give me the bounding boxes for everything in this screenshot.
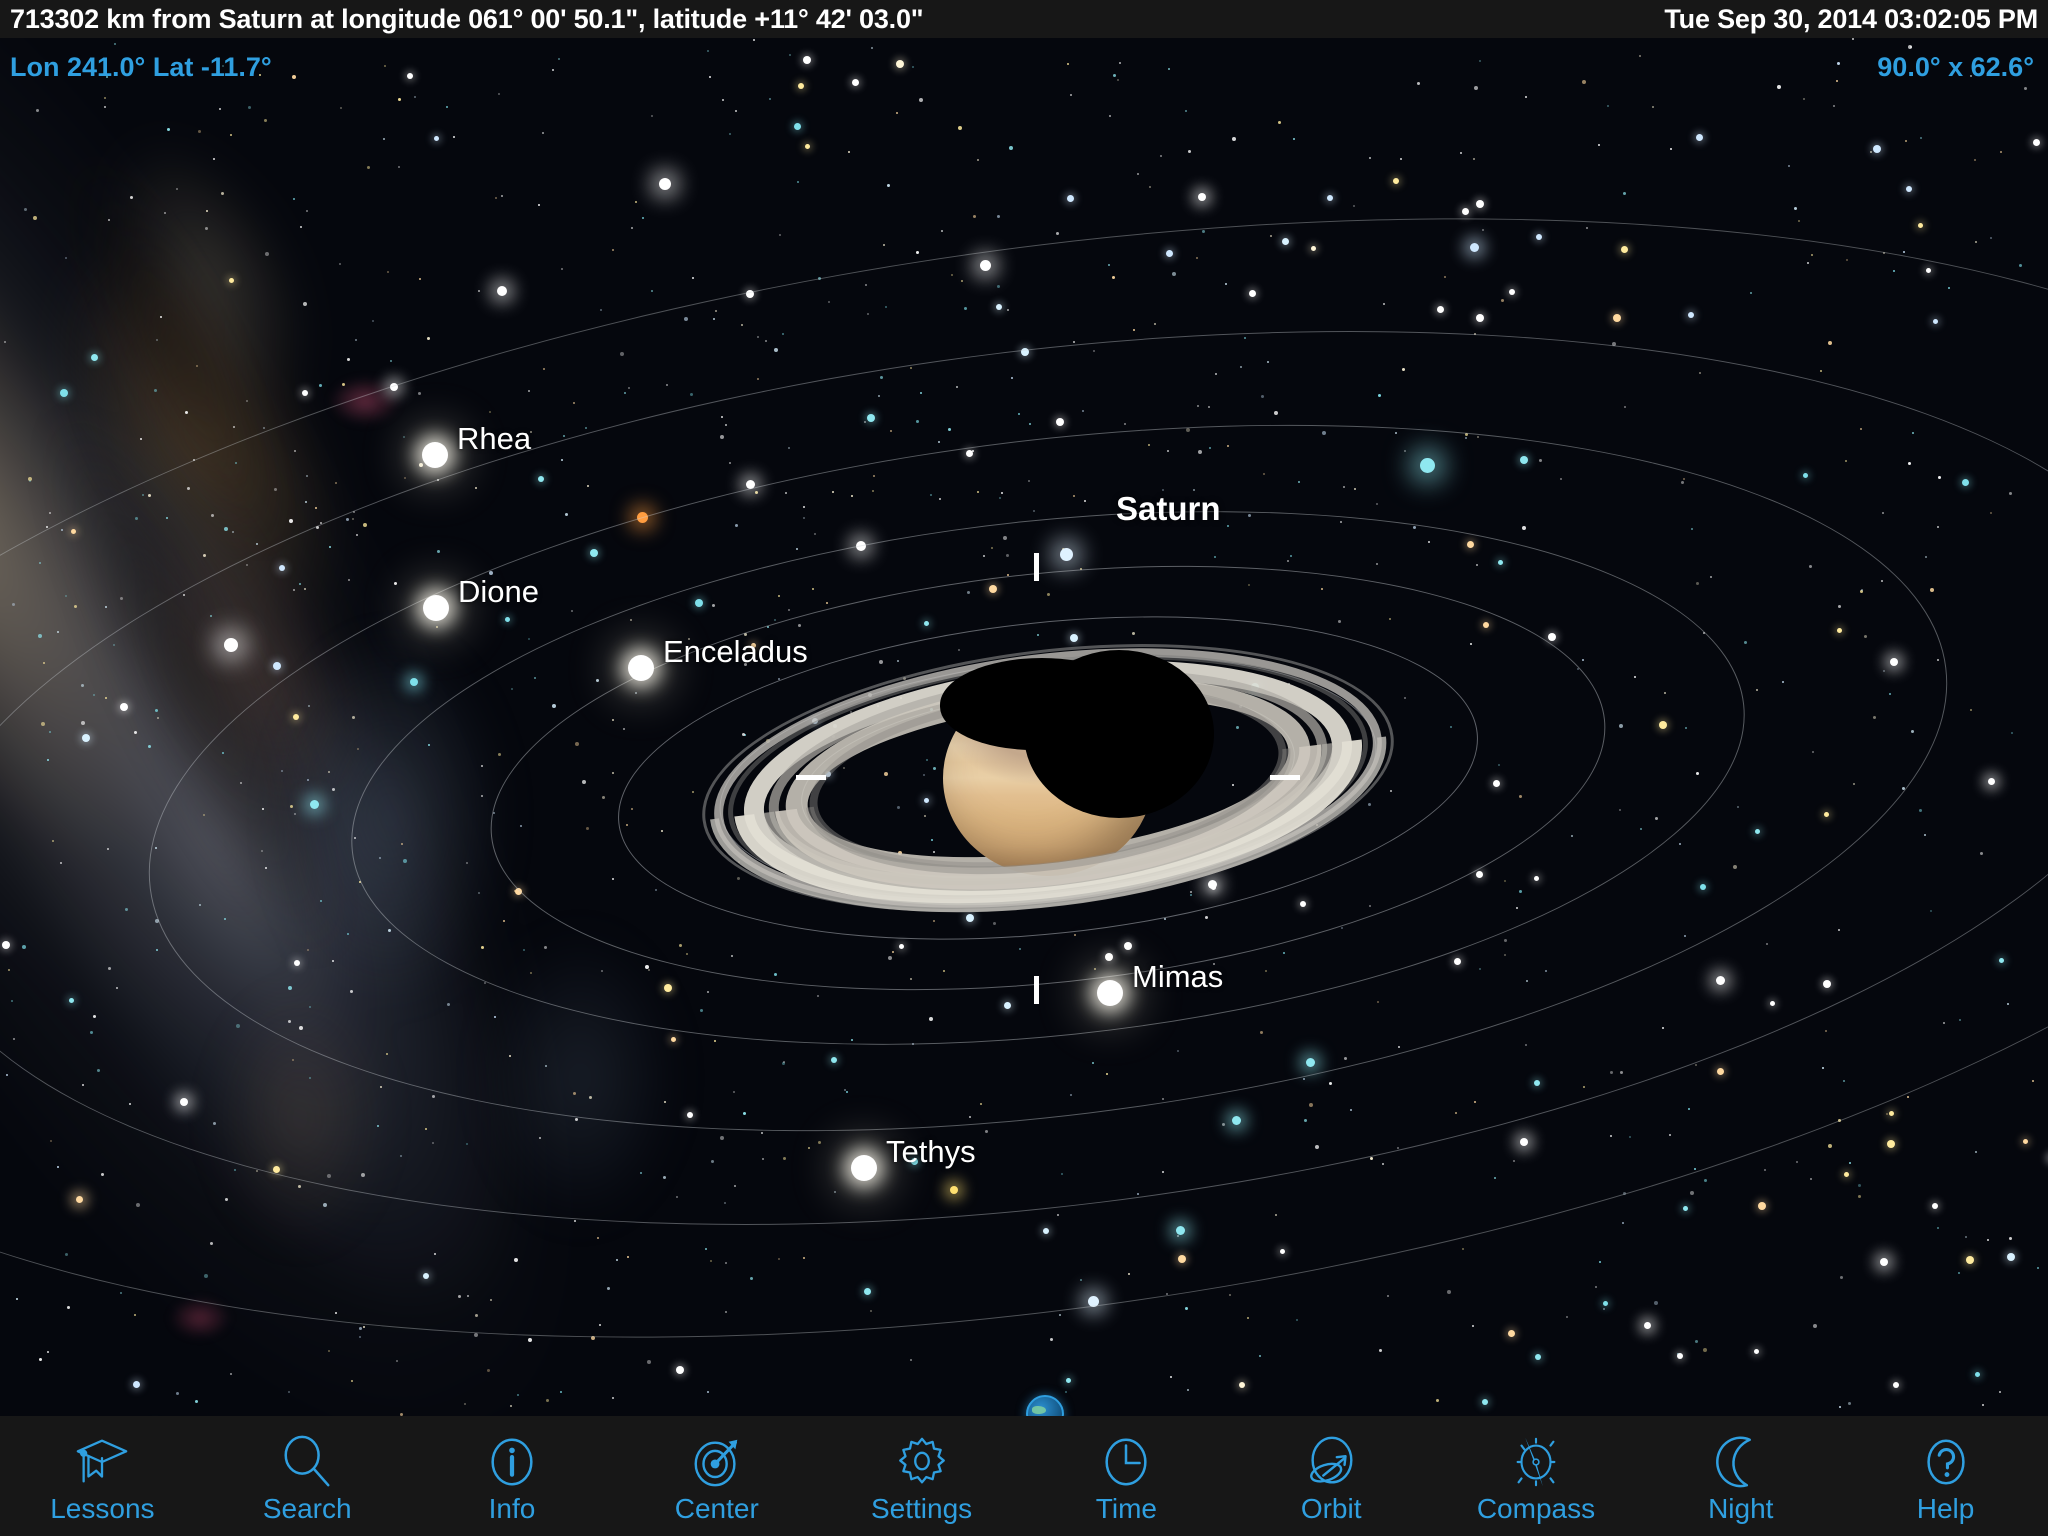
toolbar-item-orbit[interactable]: Orbit xyxy=(1251,1421,1411,1531)
toolbar-item-search[interactable]: Search xyxy=(227,1421,387,1531)
moon-label-mimas: Mimas xyxy=(1132,959,1224,994)
toolbar-label: Settings xyxy=(870,1493,973,1524)
distance-status-text: 713302 km from Saturn at longitude 061° … xyxy=(10,3,924,34)
saturn-shadow-upper xyxy=(940,658,1140,750)
selection-tick xyxy=(1034,976,1039,1004)
toolbar-label: Center xyxy=(674,1493,759,1524)
moon-dot-enceladus[interactable] xyxy=(628,655,654,681)
moon-dot-mimas[interactable] xyxy=(1097,980,1123,1006)
compass-icon xyxy=(1507,1433,1565,1491)
question-icon xyxy=(1917,1433,1975,1491)
moon-label-enceladus: Enceladus xyxy=(663,634,808,669)
coordinates-readout: Lon 241.0° Lat -11.7° xyxy=(10,52,272,82)
toolbar-item-center[interactable]: Center xyxy=(637,1421,797,1531)
toolbar-label: Compass xyxy=(1476,1493,1596,1524)
toolbar-label: Time xyxy=(1095,1493,1157,1524)
toolbar-label: Info xyxy=(488,1493,536,1524)
moon-label-rhea: Rhea xyxy=(457,421,532,456)
target-icon xyxy=(688,1433,746,1491)
toolbar-label: Lessons xyxy=(50,1493,155,1524)
field-of-view-readout: 90.0° x 62.6° xyxy=(1877,52,2034,82)
info-icon xyxy=(483,1433,541,1491)
top-status-bar: 713302 km from Saturn at longitude 061° … xyxy=(0,0,2048,38)
saturn-label: Saturn xyxy=(1116,490,1221,527)
moon-dot-rhea[interactable] xyxy=(422,442,448,468)
moon-dot-tethys[interactable] xyxy=(851,1155,877,1181)
toolbar-item-info[interactable]: Info xyxy=(432,1421,592,1531)
toolbar-item-settings[interactable]: Settings xyxy=(842,1421,1002,1531)
moon-label-tethys: Tethys xyxy=(886,1134,976,1169)
sky-view[interactable]: Saturn Rhea Dione Enceladus Mimas Tethys Lon… xyxy=(0,38,2048,1500)
selection-tick xyxy=(796,775,826,780)
orbit-icon xyxy=(1302,1433,1360,1491)
moon-dot-dione[interactable] xyxy=(423,595,449,621)
toolbar-label: Orbit xyxy=(1300,1493,1362,1524)
graduation-cap-icon xyxy=(73,1433,131,1491)
toolbar-item-lessons[interactable]: Lessons xyxy=(22,1421,182,1531)
gear-icon xyxy=(893,1433,951,1491)
toolbar-item-compass[interactable]: Compass xyxy=(1456,1421,1616,1531)
toolbar-label: Night xyxy=(1708,1493,1774,1524)
moon-label-dione: Dione xyxy=(458,574,539,609)
toolbar-item-help[interactable]: Help xyxy=(1866,1421,2026,1531)
toolbar-item-time[interactable]: Time xyxy=(1046,1421,1206,1531)
toolbar-label: Help xyxy=(1916,1493,1975,1524)
toolbar-label: Search xyxy=(262,1493,352,1524)
moon-icon xyxy=(1712,1433,1770,1491)
bottom-toolbar: Lessons Search Info Center Settings Time Orbit… xyxy=(0,1416,2048,1536)
datetime-display[interactable]: Tue Sep 30, 2014 03:02:05 PM xyxy=(1664,4,2038,35)
sky-safari-app: 713302 km from Saturn at longitude 061° … xyxy=(0,0,2048,1536)
selection-tick xyxy=(1270,775,1300,780)
selection-tick xyxy=(1034,553,1039,581)
toolbar-item-night[interactable]: Night xyxy=(1661,1421,1821,1531)
saturn-system[interactable] xyxy=(0,38,2048,1500)
clock-icon xyxy=(1097,1433,1155,1491)
search-icon xyxy=(278,1433,336,1491)
